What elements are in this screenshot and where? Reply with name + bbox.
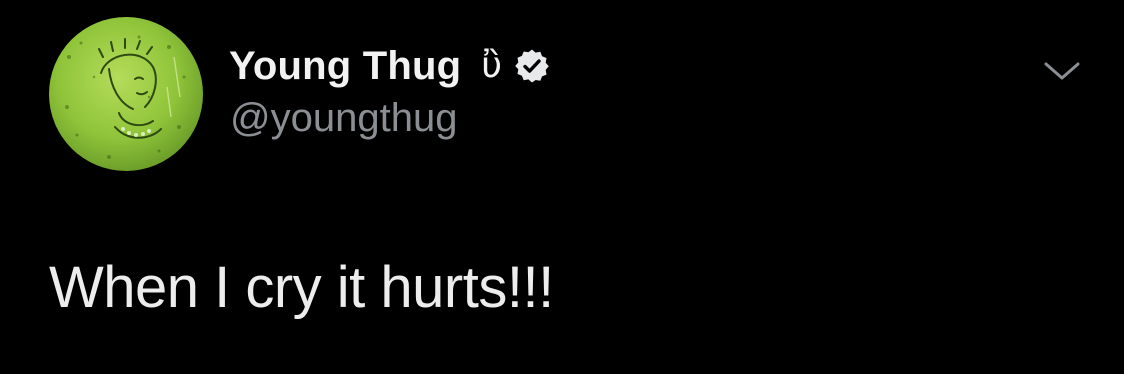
author-name-row: Young Thug ὒ — [229, 42, 550, 90]
verified-badge-icon — [514, 48, 550, 84]
name-emoji: ὒ — [481, 45, 503, 86]
author-handle[interactable]: @youngthug — [230, 96, 457, 141]
tweet-text: When I cry it hurts!!! — [49, 255, 554, 320]
chevron-down-icon[interactable] — [1042, 58, 1082, 86]
avatar-artwork — [49, 17, 203, 171]
author-display-name[interactable]: Young Thug — [229, 44, 461, 89]
avatar[interactable] — [49, 17, 203, 171]
tweet-card: Young Thug ὒ @youngthug When I cry it hu… — [0, 0, 1124, 374]
